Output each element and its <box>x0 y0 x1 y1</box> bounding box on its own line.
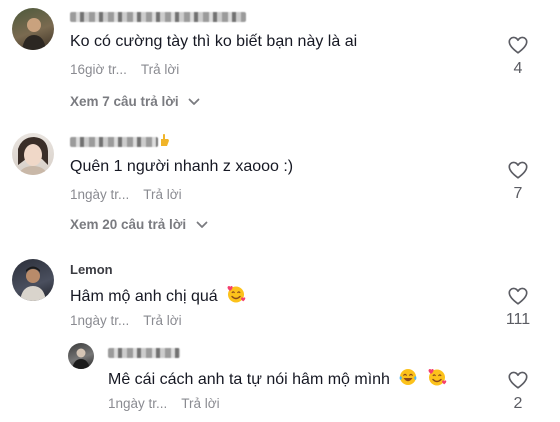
like-count: 7 <box>513 185 523 202</box>
comment-text: Ko có cường tày thì ko biết bạn này là a… <box>70 33 358 50</box>
view-replies-label: Xem 20 câu trả lời <box>70 217 187 232</box>
reply-time: 1ngày tr... <box>108 396 168 411</box>
comment-time: 16giờ tr... <box>70 62 127 77</box>
comment-time: 1ngày tr... <box>70 187 130 202</box>
view-replies-label: Xem 7 câu trả lời <box>70 94 179 109</box>
avatar[interactable] <box>12 8 54 50</box>
smiling-face-with-hearts-icon <box>428 369 447 386</box>
comment-meta: 16giờ tr... Trả lời <box>70 62 179 77</box>
comment-meta: 1ngày tr... Trả lời <box>70 187 182 202</box>
reply-item: Mê cái cách anh ta tự nói hâm mộ mình 1n… <box>0 340 560 420</box>
avatar[interactable] <box>68 343 94 369</box>
like-count: 2 <box>513 395 523 412</box>
reply-text: Mê cái cách anh ta tự nói hâm mộ mình <box>108 367 447 389</box>
reply-meta: 1ngày tr... Trả lời <box>108 396 220 411</box>
avatar[interactable] <box>12 133 54 175</box>
avatar[interactable] <box>12 259 54 301</box>
chevron-down-icon <box>189 99 200 106</box>
view-replies-button[interactable]: Xem 20 câu trả lời <box>70 217 208 232</box>
reply-button[interactable]: Trả lời <box>143 313 181 328</box>
chevron-down-icon <box>196 222 208 229</box>
reply-button[interactable]: Trả lời <box>143 187 181 202</box>
like-count: 4 <box>513 60 523 77</box>
view-replies-button[interactable]: Xem 7 câu trả lời <box>70 94 200 109</box>
heart-outline-icon[interactable] <box>507 159 529 181</box>
smiling-face-with-hearts-icon <box>227 286 246 303</box>
face-with-tears-of-joy-icon <box>400 369 417 385</box>
comment-text-content: Hâm mộ anh chị quá <box>70 288 218 305</box>
username-blurred[interactable] <box>108 348 180 358</box>
comment-meta: 1ngày tr... Trả lời <box>70 313 182 328</box>
username[interactable]: Lemon <box>70 262 113 277</box>
username-blurred[interactable] <box>70 12 246 22</box>
reply-button[interactable]: Trả lời <box>181 396 219 411</box>
comment-text: Hâm mộ anh chị quá <box>70 284 246 306</box>
heart-outline-icon[interactable] <box>507 34 529 56</box>
reply-button[interactable]: Trả lời <box>141 62 179 77</box>
like-count: 111 <box>505 311 531 328</box>
comment-item: Lemon Hâm mộ anh chị quá 1ngày tr... Trả … <box>0 255 560 335</box>
username-blurred[interactable] <box>70 137 158 147</box>
comment-item: Ko có cường tày thì ko biết bạn này là a… <box>0 0 560 112</box>
heart-outline-icon[interactable] <box>507 369 529 391</box>
reply-text-content: Mê cái cách anh ta tự nói hâm mộ mình <box>108 371 390 388</box>
hand-emoji-icon <box>161 134 169 146</box>
heart-outline-icon[interactable] <box>507 285 529 307</box>
comment-time: 1ngày tr... <box>70 313 130 328</box>
comment-text: Quên 1 người nhanh z xaooo :) <box>70 158 294 175</box>
comment-item: Quên 1 người nhanh z xaooo :) 1ngày tr..… <box>0 125 560 237</box>
